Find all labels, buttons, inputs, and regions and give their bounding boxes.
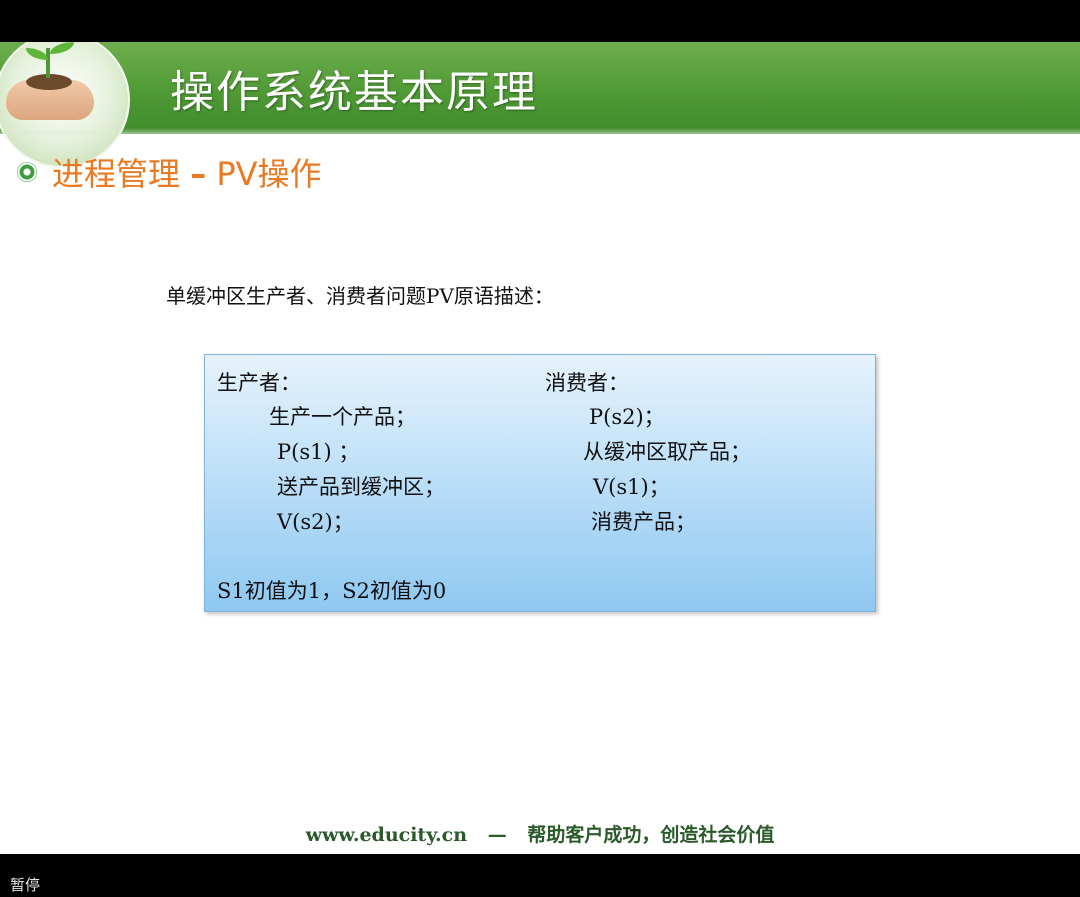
producer-line-3: 送产品到缓冲区； [277, 475, 445, 499]
flower-bullet-icon [16, 161, 38, 183]
producer-header: 生产者： [217, 371, 301, 395]
slide-header: 操作系统基本原理 [0, 42, 1080, 168]
pause-status-label[interactable]: 暂停 [10, 874, 40, 895]
sprout-leaf-left [26, 48, 48, 60]
consumer-line-4: 消费产品； [591, 510, 696, 534]
consumer-header: 消费者： [545, 371, 629, 395]
section-heading: 进程管理 – PV操作 [16, 150, 322, 194]
video-top-bar [0, 0, 1080, 42]
slide-footer: www.educity.cn — 帮助客户成功，创造社会价值 [0, 820, 1080, 847]
video-bottom-bar: 暂停 [0, 854, 1080, 897]
pv-code-box: 生产者： 生产一个产品； P(s1) ； 送产品到缓冲区； V(s2)； 消费者… [204, 354, 876, 612]
section-heading-text: 进程管理 – PV操作 [52, 149, 322, 195]
sprout-leaf-right [50, 42, 74, 54]
footer-slogan: 帮助客户成功，创造社会价值 [527, 824, 775, 846]
section-suffix: PV操作 [216, 155, 322, 193]
footer-url: www.educity.cn [305, 824, 468, 846]
problem-description: 单缓冲区生产者、消费者问题PV原语描述： [166, 284, 554, 308]
producer-line-1: 生产一个产品； [269, 405, 416, 429]
slide: 操作系统基本原理 进程管理 – PV操作 单缓冲区生产者、消费者问题PV原语描述… [0, 42, 1080, 854]
init-note: S1初值为1，S2初值为0 [217, 579, 447, 603]
slide-title: 操作系统基本原理 [170, 67, 538, 118]
footer-dash: — [487, 824, 507, 846]
consumer-line-2: 从缓冲区取产品； [583, 440, 751, 464]
producer-line-4: V(s2)； [277, 510, 354, 534]
consumer-line-1: P(s2)； [589, 405, 665, 429]
producer-line-2: P(s1) ； [277, 440, 360, 464]
section-dash: – [190, 155, 207, 193]
consumer-line-3: V(s1)； [593, 475, 670, 499]
section-prefix: 进程管理 [52, 155, 181, 193]
